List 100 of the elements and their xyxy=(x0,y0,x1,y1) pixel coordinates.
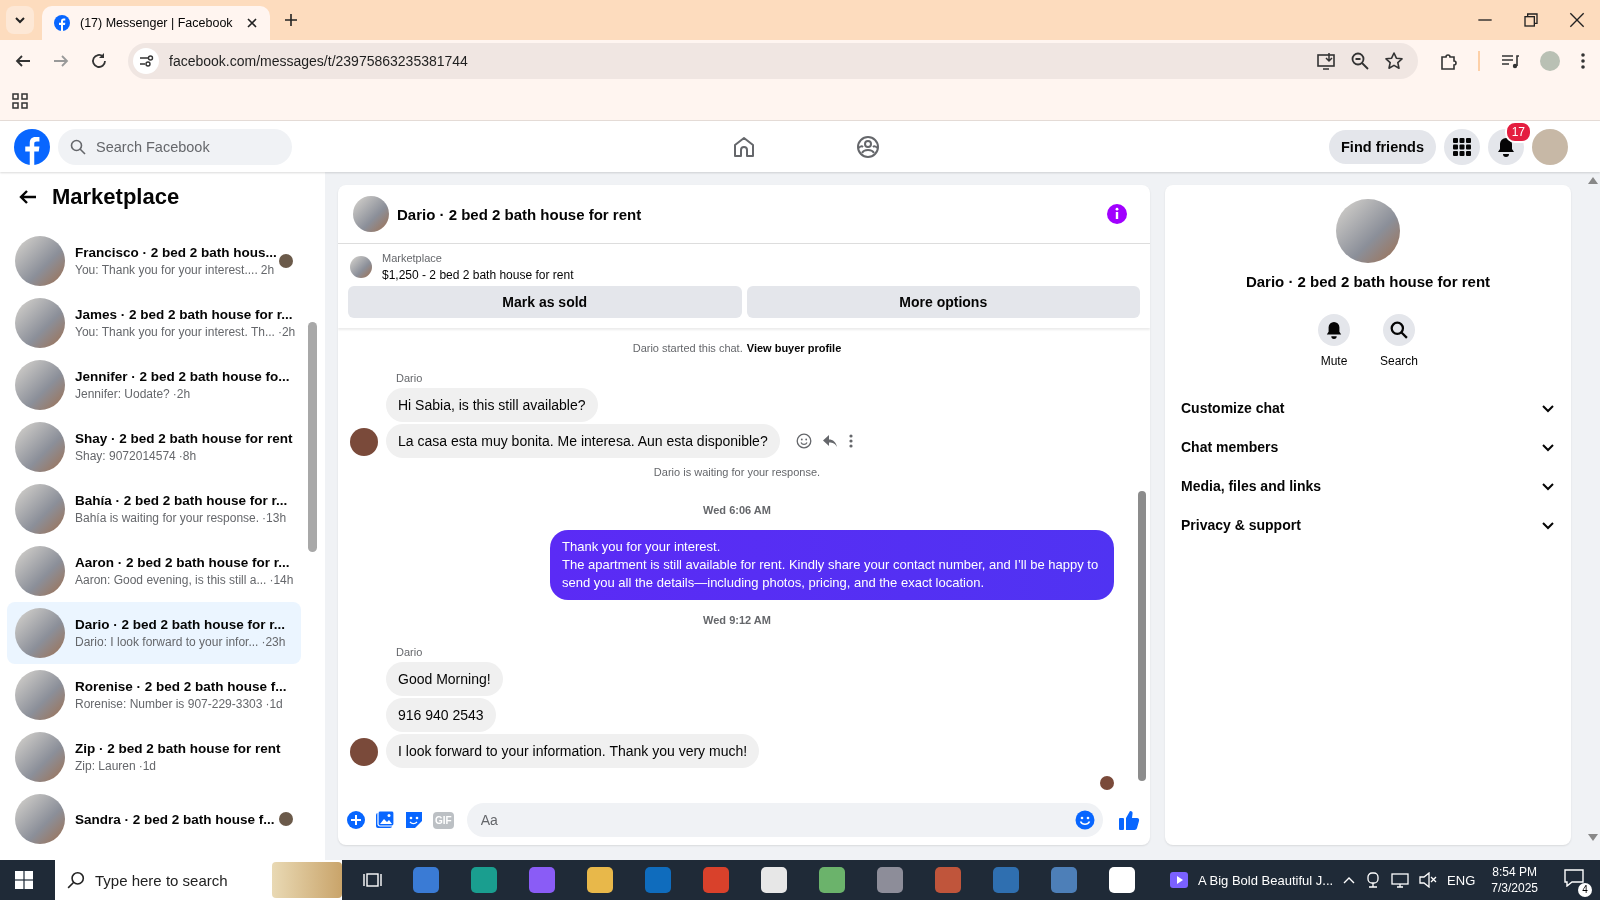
apps-grid-icon[interactable] xyxy=(12,93,28,109)
scroll-up-icon[interactable] xyxy=(1588,176,1598,184)
smiley-icon[interactable] xyxy=(795,433,812,449)
search-icon xyxy=(70,138,86,155)
info-icon[interactable] xyxy=(1106,203,1128,225)
media-title[interactable]: A Big Bold Beautiful J... xyxy=(1197,872,1334,888)
windows-start-icon[interactable] xyxy=(15,871,33,889)
chevron-up-icon[interactable] xyxy=(1343,876,1356,884)
section-header[interactable]: Chat members xyxy=(1179,427,1557,466)
search-button[interactable] xyxy=(1383,314,1415,346)
listing-action-button[interactable]: More options xyxy=(746,286,1140,318)
message-preview: You: Thank you for your interest. Th... xyxy=(75,325,275,339)
conversation-item[interactable]: Dario · 2 bed 2 bath house for r... Dario: I look forward to your infor... ·23h xyxy=(7,602,301,664)
facebook-logo-icon[interactable] xyxy=(14,128,50,165)
app-icon[interactable] xyxy=(471,867,497,893)
conversation-item[interactable]: Bahía · 2 bed 2 bath house for r... Bahía is waiting for your response. ·13h xyxy=(7,478,301,540)
conversation-item[interactable]: Jennifer · 2 bed 2 bath house fo... Jennifer: Uodate? ·2h xyxy=(7,354,301,416)
chat-title: Dario · 2 bed 2 bath house for rent xyxy=(397,205,642,223)
grid-dots-icon xyxy=(1452,136,1472,157)
scroll-down-icon[interactable] xyxy=(1588,834,1598,842)
camera-icon[interactable] xyxy=(1365,872,1382,888)
install-app-icon[interactable] xyxy=(1316,51,1336,71)
taskbar-search-field[interactable]: Type here to search xyxy=(55,860,342,900)
listing-action-button[interactable]: Mark as sold xyxy=(348,286,742,318)
conversation-item[interactable]: Aaron · 2 bed 2 bath house for r... Aaron: Good evening, is this still a... ·14h xyxy=(7,540,301,602)
section-header[interactable]: Customize chat xyxy=(1179,388,1557,427)
message-bubble: I look forward to your information. Thank you very much! xyxy=(386,734,760,768)
video-icon[interactable] xyxy=(1169,871,1188,889)
reload-icon[interactable] xyxy=(90,52,108,70)
plus-circle-icon[interactable] xyxy=(346,810,366,830)
message-preview: Zip: Lauren xyxy=(75,759,136,773)
site-settings-icon[interactable] xyxy=(133,48,159,74)
sticker-icon[interactable] xyxy=(404,810,424,830)
message-input[interactable]: Aa xyxy=(466,803,1103,837)
app-icon[interactable] xyxy=(877,867,903,893)
timestamp: 2h xyxy=(260,263,275,277)
taskbar-search-input[interactable]: Type here to search xyxy=(93,870,264,890)
notification-center-icon[interactable] xyxy=(1564,869,1584,887)
thumbs-up-icon[interactable] xyxy=(1118,809,1140,831)
view-buyer-profile-link[interactable]: View buyer profile xyxy=(746,342,842,354)
address-bar[interactable]: facebook.com/messages/t/23975863235381744 xyxy=(128,43,1418,79)
scrollbar-thumb[interactable] xyxy=(308,322,317,552)
puzzle-icon[interactable] xyxy=(1438,51,1458,71)
search-field[interactable]: Search Facebook xyxy=(58,128,292,165)
browser-tab[interactable]: (17) Messenger | Facebook xyxy=(42,6,270,40)
section-header[interactable]: Media, files and links xyxy=(1179,466,1557,505)
conversation-title: Francisco · 2 bed 2 bath hous... xyxy=(75,245,277,260)
scrollbar-thumb[interactable] xyxy=(1138,491,1146,781)
conversation-item[interactable]: Francisco · 2 bed 2 bath hous... You: Thank you for your interest.... 2h xyxy=(7,230,301,292)
conversation-title: Aaron · 2 bed 2 bath house for r... xyxy=(75,555,290,570)
message-bubble: Good Morning! xyxy=(386,662,503,696)
tab-list-button[interactable] xyxy=(6,6,34,34)
listing-title: $1,250 - 2 bed 2 bath house for rent xyxy=(382,268,574,282)
people-circle-icon[interactable] xyxy=(856,134,880,159)
search-icon xyxy=(1390,321,1408,339)
app-icon[interactable] xyxy=(819,867,845,893)
bell-icon xyxy=(1496,136,1516,157)
photo-placeholder xyxy=(15,360,65,410)
search-input[interactable]: Search Facebook xyxy=(94,137,280,156)
more-vertical-icon[interactable] xyxy=(1580,52,1586,70)
message-preview: Rorenise: Number is 907-229-3303 xyxy=(75,697,263,711)
image-icon[interactable] xyxy=(375,810,395,830)
speaker-muted-icon[interactable] xyxy=(1419,872,1438,888)
reply-arrow-icon[interactable] xyxy=(821,433,838,449)
app-icon[interactable] xyxy=(761,867,787,893)
message-text-input[interactable]: Aa xyxy=(478,811,1075,829)
conversation-title: Dario · 2 bed 2 bath house for r... xyxy=(75,617,286,632)
url-text: facebook.com/messages/t/23975863235381744 xyxy=(169,53,468,69)
zoom-out-icon[interactable] xyxy=(1350,51,1370,71)
conversation-title: Rorenise · 2 bed 2 bath house f... xyxy=(75,679,287,694)
clock[interactable]: 8:54 PM 7/3/2025 xyxy=(1491,864,1538,896)
more-vertical-icon[interactable] xyxy=(847,433,854,449)
smiley-icon[interactable] xyxy=(1075,810,1095,830)
message-preview: Jennifer: Uodate? xyxy=(75,387,170,401)
new-tab-icon[interactable] xyxy=(284,13,298,27)
conversation-item[interactable]: Zip · 2 bed 2 bath house for rent Zip: Lauren ·1d xyxy=(7,726,301,788)
conversation-item[interactable]: Rorenise · 2 bed 2 bath house f... Rorenise: Number is 907-229-3303 ·1d xyxy=(7,664,301,726)
photo-placeholder xyxy=(15,236,65,286)
find-friends-button[interactable]: Find friends xyxy=(1329,129,1436,164)
conversation-item[interactable]: James · 2 bed 2 bath house for r... You: Thank you for your interest. Th... ·2h xyxy=(7,292,301,354)
message-preview: Shay: 9072014574 xyxy=(75,449,176,463)
conversation-item[interactable]: Shay · 2 bed 2 bath house for rent Shay: 9072014574 ·8h xyxy=(7,416,301,478)
conversation-item[interactable]: Sandra · 2 bed 2 bath house f... xyxy=(7,788,301,850)
menu-button[interactable] xyxy=(1444,128,1480,165)
tab-title: (17) Messenger | Facebook xyxy=(80,16,234,30)
star-icon[interactable] xyxy=(1384,51,1404,71)
home-icon[interactable] xyxy=(732,134,756,159)
message-preview: Bahía is waiting for your response. xyxy=(75,511,260,525)
app-icon[interactable] xyxy=(587,867,613,893)
chat-notice: Dario started this chat. xyxy=(632,342,743,354)
close-icon[interactable] xyxy=(246,17,258,29)
photo-placeholder xyxy=(15,794,65,844)
mute-button[interactable] xyxy=(1318,314,1350,346)
section-header[interactable]: Privacy & support xyxy=(1179,505,1557,544)
app-icon[interactable] xyxy=(1109,867,1135,893)
network-icon[interactable] xyxy=(1391,872,1410,888)
photo-placeholder xyxy=(15,546,65,596)
message-preview: You: Thank you for your interest.... xyxy=(75,263,258,277)
language-indicator[interactable]: ENG xyxy=(1447,872,1476,888)
task-view-icon[interactable] xyxy=(362,870,382,890)
